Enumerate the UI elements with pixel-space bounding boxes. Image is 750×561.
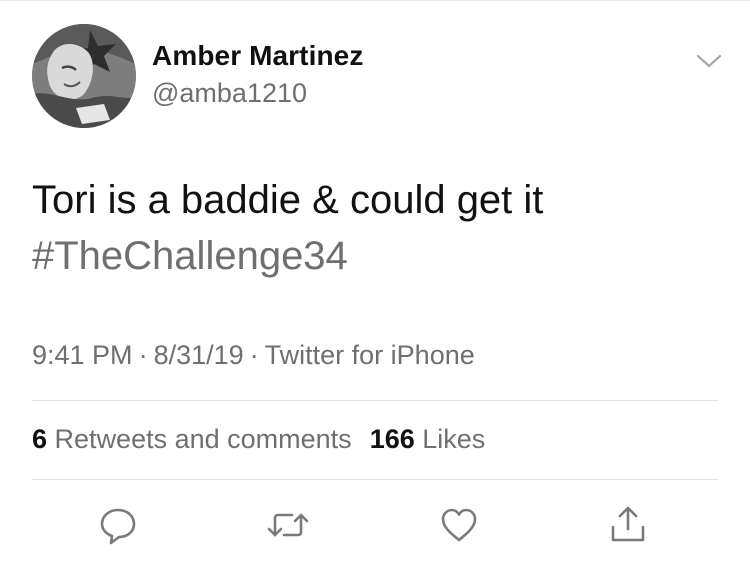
avatar[interactable]: [32, 24, 136, 128]
likes-label: Likes: [422, 424, 486, 454]
retweet-button[interactable]: [266, 503, 310, 547]
retweets-label: Retweets and comments: [54, 424, 352, 454]
retweets-stat[interactable]: 6 Retweets and comments: [32, 424, 352, 454]
profile-photo: [32, 24, 136, 128]
likes-count: 166: [369, 424, 415, 454]
retweet-arrows-icon: [267, 513, 309, 537]
heart-icon: [441, 508, 477, 542]
tweet-body: Tori is a baddie & could get it #TheChal…: [32, 172, 722, 284]
hashtag-link[interactable]: #TheChallenge34: [32, 228, 722, 284]
top-divider: [0, 0, 750, 1]
reply-button[interactable]: [96, 503, 140, 547]
retweets-count: 6: [32, 424, 48, 454]
tweet-date: 8/31/19: [153, 340, 244, 370]
author-display-name[interactable]: Amber Martinez: [152, 40, 363, 72]
tweet-meta: 9:41 PM · 8/31/19 · Twitter for iPhone: [32, 340, 475, 371]
tweet-time: 9:41 PM: [32, 340, 133, 370]
share-upload-icon: [611, 506, 645, 542]
like-button[interactable]: [437, 503, 481, 547]
likes-stat[interactable]: 166 Likes: [370, 424, 486, 454]
meta-separator: ·: [249, 340, 259, 370]
tweet-text: Tori is a baddie & could get it: [32, 178, 544, 222]
speech-bubble-icon: [100, 508, 136, 545]
engagement-stats: 6 Retweets and comments 166 Likes: [32, 424, 485, 455]
chevron-down-icon[interactable]: [694, 50, 724, 72]
divider: [32, 400, 718, 401]
tweet-source[interactable]: Twitter for iPhone: [265, 340, 475, 370]
meta-separator: ·: [138, 340, 148, 370]
divider: [32, 479, 718, 480]
share-button[interactable]: [606, 503, 650, 547]
author-handle[interactable]: @amba1210: [152, 78, 307, 109]
